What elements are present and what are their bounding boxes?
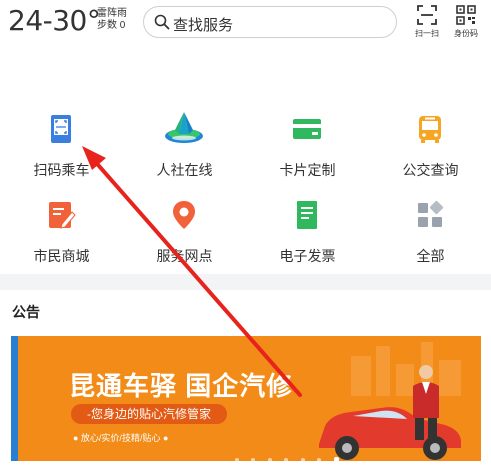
scan-icon [417, 5, 437, 25]
banner-subtitle: -您身边的贴心汽修管家 [71, 404, 227, 424]
social-security-logo-icon [165, 112, 203, 143]
services-grid: 扫码乘车 人社在线 卡片定制 公交查询 市民商城 服务网点 电子发票 全部 [0, 96, 491, 271]
location-pin-icon [173, 201, 195, 229]
service-label: 卡片定制 [279, 162, 336, 178]
mechanic-figure-icon [413, 365, 439, 440]
id-code-button[interactable]: 身份码 [449, 4, 483, 42]
carousel-dot[interactable] [235, 458, 239, 461]
search-icon [154, 14, 170, 30]
search-placeholder: 查找服务 [173, 17, 234, 34]
weather-condition: 雷阵雨 [97, 8, 127, 19]
banner-features: ● 放心/实价/技精/贴心 ● [73, 433, 169, 443]
service-e-invoice[interactable]: 电子发票 [246, 182, 369, 264]
service-label: 公交查询 [402, 162, 459, 178]
all-apps-icon [418, 200, 444, 227]
service-label: 人社在线 [156, 162, 213, 178]
service-citizen-mall[interactable]: 市民商城 [0, 182, 123, 264]
announcement-banner[interactable]: 昆通车驿 国企汽修 -您身边的贴心汽修管家 ● 放心/实价/技精/贴心 ● [11, 336, 481, 461]
service-service-outlets[interactable]: 服务网点 [123, 182, 246, 264]
service-scan-ride[interactable]: 扫码乘车 [0, 96, 123, 178]
carousel-dot[interactable] [300, 458, 305, 461]
carousel-indicator[interactable] [231, 449, 343, 461]
scan-label: 扫一扫 [415, 29, 439, 38]
carousel-dot[interactable] [267, 458, 272, 461]
search-input[interactable]: 查找服务 [143, 6, 397, 38]
carousel-dot[interactable] [317, 458, 322, 461]
header-bar: 24-30° 雷阵雨 步数 0 查找服务 扫一扫 身份码 [0, 0, 491, 48]
qr-code-icon [456, 5, 476, 25]
temperature: 24-30° [8, 4, 101, 37]
service-label: 扫码乘车 [33, 162, 90, 178]
carousel-dot-active[interactable] [333, 457, 339, 461]
service-label: 全部 [416, 248, 445, 264]
carousel-dot[interactable] [251, 458, 256, 461]
invoice-icon [297, 201, 317, 229]
weather-info[interactable]: 雷阵雨 步数 0 [97, 8, 127, 32]
notice-heading: 公告 [12, 304, 40, 320]
id-code-label: 身份码 [454, 29, 478, 38]
card-icon [293, 119, 321, 139]
red-car-icon [319, 407, 461, 460]
scan-button[interactable]: 扫一扫 [410, 4, 444, 42]
bus-card-scan-icon [51, 115, 71, 143]
service-label: 服务网点 [156, 248, 213, 264]
service-bus-query[interactable]: 公交查询 [369, 96, 491, 178]
service-label: 电子发票 [279, 248, 336, 264]
service-social-security[interactable]: 人社在线 [123, 96, 246, 178]
service-label: 市民商城 [33, 248, 90, 264]
carousel-dot[interactable] [284, 458, 289, 461]
service-card-customize[interactable]: 卡片定制 [246, 96, 369, 178]
banner-edge [11, 336, 18, 461]
service-all[interactable]: 全部 [369, 182, 491, 264]
banner-title: 昆通车驿 国企汽修 [69, 371, 294, 401]
bus-icon [419, 116, 441, 143]
mall-icon [49, 202, 76, 229]
step-count: 步数 0 [97, 20, 126, 31]
section-divider [0, 274, 491, 290]
